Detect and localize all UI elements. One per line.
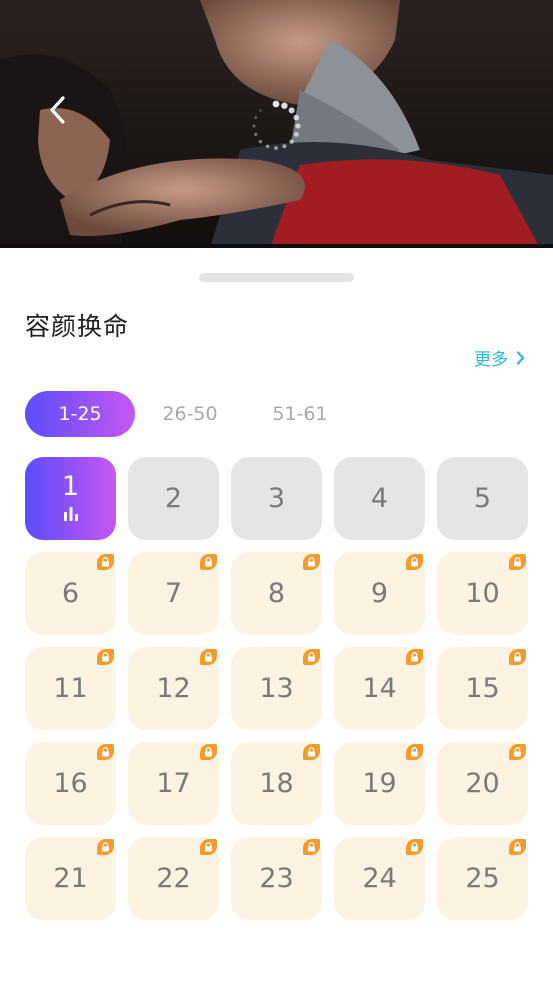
lock-icon <box>406 554 423 570</box>
lock-icon <box>406 744 423 760</box>
drama-title: 容颜换命 <box>25 312 130 341</box>
lock-icon <box>97 839 114 855</box>
episode-tile-locked[interactable]: 22 <box>128 837 219 920</box>
episode-number: 9 <box>370 578 389 609</box>
episode-number: 2 <box>164 483 183 514</box>
episode-tile-locked[interactable]: 21 <box>25 837 116 920</box>
episode-number: 6 <box>61 578 80 609</box>
episode-grid: 1 2 3 4 5 6 7 8 9 10 11 12 13 14 15 16 1… <box>25 457 528 920</box>
chevron-right-icon <box>516 350 525 365</box>
episode-number: 20 <box>465 768 500 799</box>
episode-tile[interactable]: 4 <box>334 457 425 540</box>
episode-number: 10 <box>465 578 500 609</box>
video-player[interactable] <box>0 0 553 248</box>
lock-icon <box>97 649 114 665</box>
episode-number: 19 <box>362 768 397 799</box>
episode-tile-locked[interactable]: 17 <box>128 742 219 825</box>
lock-icon <box>303 649 320 665</box>
episode-number: 22 <box>156 863 191 894</box>
episode-tile-locked[interactable]: 18 <box>231 742 322 825</box>
episode-number: 25 <box>465 863 500 894</box>
lock-icon <box>406 839 423 855</box>
episode-number: 12 <box>156 673 191 704</box>
episode-tile[interactable]: 3 <box>231 457 322 540</box>
lock-icon <box>509 554 526 570</box>
more-link[interactable]: 更多 <box>474 345 525 370</box>
episode-sheet: 容颜换命 更多 1-25 26-50 51-61 1 2 3 4 5 6 7 8… <box>0 248 553 983</box>
more-label: 更多 <box>474 350 508 370</box>
episode-number: 1 <box>61 470 80 502</box>
episode-number: 16 <box>53 768 88 799</box>
playing-bars-icon <box>63 506 78 521</box>
lock-icon <box>200 744 217 760</box>
episode-tile-locked[interactable]: 8 <box>231 552 322 635</box>
lock-icon <box>200 649 217 665</box>
episode-number: 21 <box>53 863 88 894</box>
episode-tile-locked[interactable]: 23 <box>231 837 322 920</box>
episode-number: 13 <box>259 673 294 704</box>
lock-icon <box>303 554 320 570</box>
tab-range-51-61[interactable]: 51-61 <box>245 391 355 437</box>
episode-tile-locked[interactable]: 19 <box>334 742 425 825</box>
episode-number: 18 <box>259 768 294 799</box>
chevron-left-icon <box>50 96 65 124</box>
episode-tile-locked[interactable]: 7 <box>128 552 219 635</box>
episode-number: 8 <box>267 578 286 609</box>
episode-tile-locked[interactable]: 14 <box>334 647 425 730</box>
episode-number: 24 <box>362 863 397 894</box>
lock-icon <box>97 554 114 570</box>
lock-icon <box>509 839 526 855</box>
episode-number: 17 <box>156 768 191 799</box>
episode-tile-locked[interactable]: 25 <box>437 837 528 920</box>
lock-icon <box>303 744 320 760</box>
lock-icon <box>406 649 423 665</box>
lock-icon <box>509 649 526 665</box>
episode-tile-locked[interactable]: 9 <box>334 552 425 635</box>
episode-number: 4 <box>370 483 389 514</box>
episode-number: 3 <box>267 483 286 514</box>
episode-tile-locked[interactable]: 13 <box>231 647 322 730</box>
episode-tile-locked[interactable]: 15 <box>437 647 528 730</box>
episode-tile-locked[interactable]: 12 <box>128 647 219 730</box>
episode-tile-current[interactable]: 1 <box>25 457 116 540</box>
episode-tile-locked[interactable]: 20 <box>437 742 528 825</box>
lock-icon <box>509 744 526 760</box>
episode-tile-locked[interactable]: 11 <box>25 647 116 730</box>
episode-tile-locked[interactable]: 16 <box>25 742 116 825</box>
episode-number: 23 <box>259 863 294 894</box>
range-tabs: 1-25 26-50 51-61 <box>25 391 355 437</box>
drag-handle[interactable] <box>199 273 354 282</box>
tab-range-1-25[interactable]: 1-25 <box>25 391 135 437</box>
episode-number: 7 <box>164 578 183 609</box>
tab-range-26-50[interactable]: 26-50 <box>135 391 245 437</box>
episode-number: 11 <box>53 673 88 704</box>
episode-number: 5 <box>473 483 492 514</box>
lock-icon <box>97 744 114 760</box>
lock-icon <box>200 839 217 855</box>
episode-number: 14 <box>362 673 397 704</box>
episode-tile[interactable]: 5 <box>437 457 528 540</box>
episode-number: 15 <box>465 673 500 704</box>
episode-tile-locked[interactable]: 24 <box>334 837 425 920</box>
lock-icon <box>303 839 320 855</box>
loading-spinner-icon <box>252 100 301 150</box>
episode-tile-locked[interactable]: 10 <box>437 552 528 635</box>
episode-tile-locked[interactable]: 6 <box>25 552 116 635</box>
back-button[interactable] <box>40 88 76 132</box>
lock-icon <box>200 554 217 570</box>
episode-tile[interactable]: 2 <box>128 457 219 540</box>
